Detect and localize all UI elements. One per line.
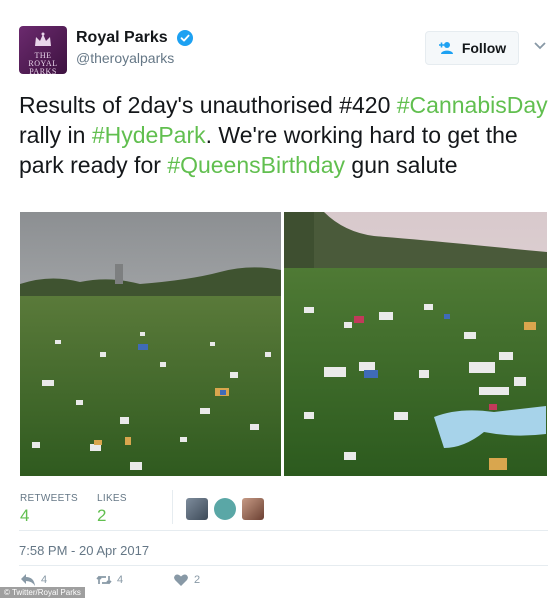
add-user-icon — [438, 42, 453, 54]
follow-button-label: Follow — [461, 40, 507, 56]
hashtag-link[interactable]: #QueensBirthday — [167, 152, 345, 178]
chevron-down-icon[interactable] — [533, 41, 547, 51]
tweet-text: Results of 2day's unauthorised #420 #Can… — [19, 90, 549, 180]
likes-label: LIKES — [97, 493, 127, 504]
follow-button[interactable]: Follow — [425, 31, 519, 65]
divider — [19, 565, 548, 566]
retweet-icon — [96, 575, 112, 585]
tweet-photo-right[interactable] — [284, 212, 547, 476]
tweet-text-segment: gun salute — [345, 152, 458, 178]
retweets-count[interactable]: 4 — [20, 506, 29, 526]
reply-count: 4 — [41, 574, 48, 586]
liker-avatar[interactable] — [186, 498, 208, 520]
stats-divider — [172, 490, 173, 524]
crown-icon — [35, 32, 51, 46]
account-handle[interactable]: @theroyalparks — [76, 50, 174, 66]
reply-button[interactable]: 4 — [20, 573, 47, 587]
liker-avatar[interactable] — [242, 498, 264, 520]
like-button[interactable]: 2 — [173, 573, 200, 587]
tweet-timestamp[interactable]: 7:58 PM - 20 Apr 2017 — [19, 543, 149, 558]
retweets-label: RETWEETS — [20, 493, 78, 504]
park-photo-left — [20, 212, 281, 476]
likes-count[interactable]: 2 — [97, 506, 106, 526]
image-credit: © Twitter/Royal Parks — [0, 587, 85, 598]
reply-icon — [21, 574, 35, 586]
account-name[interactable]: Royal Parks — [76, 29, 168, 47]
retweet-count: 4 — [117, 574, 124, 586]
tweet-text-segment: rally in — [19, 122, 92, 148]
divider — [19, 530, 548, 531]
tweet-text-segment: Results of 2day's unauthorised #420 — [19, 92, 397, 118]
avatar-text: THE ROYAL PARKS — [28, 51, 58, 75]
liker-avatar[interactable] — [214, 498, 236, 520]
hashtag-link[interactable]: #CannabisDay — [397, 92, 548, 118]
park-photo-right — [284, 212, 547, 476]
heart-icon — [174, 574, 188, 586]
tweet-photo-left[interactable] — [20, 212, 281, 476]
account-avatar[interactable]: THE ROYAL PARKS — [19, 26, 67, 74]
like-count: 2 — [194, 574, 201, 586]
verified-badge-icon — [177, 30, 193, 46]
hashtag-link[interactable]: #HydePark — [92, 122, 206, 148]
retweet-button[interactable]: 4 — [96, 573, 123, 587]
